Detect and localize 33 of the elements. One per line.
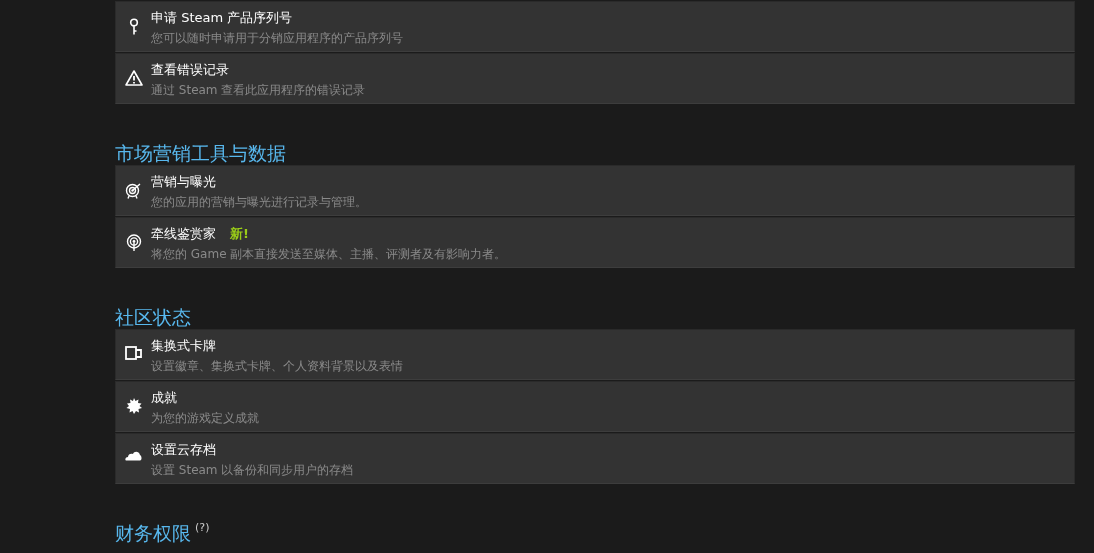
target-icon <box>125 182 142 199</box>
item-description: 通过 Steam 查看此应用程序的错误记录 <box>151 82 366 99</box>
menu-item[interactable]: 设置云存档 设置 Steam 以备份和同步用户的存档 <box>115 433 1075 484</box>
menu-item[interactable]: 集换式卡牌 设置徽章、集换式卡牌、个人资料背景以及表情 <box>115 329 1075 380</box>
star-burst-icon <box>125 398 142 414</box>
help-link[interactable]: (?) <box>195 521 210 535</box>
item-title: 成就 <box>151 389 177 407</box>
warning-icon <box>124 70 143 86</box>
item-title: 牵线鉴赏家 <box>151 225 216 243</box>
section-heading: 市场营销工具与数据 <box>115 141 286 165</box>
menu-item[interactable]: 成就 为您的游戏定义成就 <box>115 381 1075 432</box>
item-description: 为您的游戏定义成就 <box>151 410 259 427</box>
section-heading: 社区状态 <box>115 305 191 329</box>
menu-item[interactable]: 查看错误记录 通过 Steam 查看此应用程序的错误记录 <box>115 53 1075 104</box>
item-title: 集换式卡牌 <box>151 337 216 355</box>
key-icon <box>128 18 139 36</box>
menu-item[interactable]: 营销与曝光 您的应用的营销与曝光进行记录与管理。 <box>115 165 1075 216</box>
section-heading: 财务权限 <box>115 521 191 545</box>
cloud-icon <box>125 450 142 461</box>
item-title: 营销与曝光 <box>151 173 216 191</box>
item-title: 设置云存档 <box>151 441 216 459</box>
menu-item[interactable]: 申请 Steam 产品序列号 您可以随时申请用于分销应用程序的产品序列号 <box>115 1 1075 52</box>
item-description: 将您的 Game 副本直接发送至媒体、主播、评测者及有影响力者。 <box>151 246 507 263</box>
cards-icon <box>125 346 142 360</box>
item-description: 设置 Steam 以备份和同步用户的存档 <box>151 462 354 479</box>
item-title: 查看错误记录 <box>151 61 229 79</box>
new-label: 新! <box>230 225 249 243</box>
item-description: 您可以随时申请用于分销应用程序的产品序列号 <box>151 30 403 47</box>
broadcast-icon <box>125 234 142 252</box>
item-description: 设置徽章、集换式卡牌、个人资料背景以及表情 <box>151 358 403 375</box>
menu-item[interactable]: 牵线鉴赏家 新! 将您的 Game 副本直接发送至媒体、主播、评测者及有影响力者。 <box>115 217 1075 268</box>
item-title: 申请 Steam 产品序列号 <box>151 9 293 27</box>
item-description: 您的应用的营销与曝光进行记录与管理。 <box>151 194 367 211</box>
